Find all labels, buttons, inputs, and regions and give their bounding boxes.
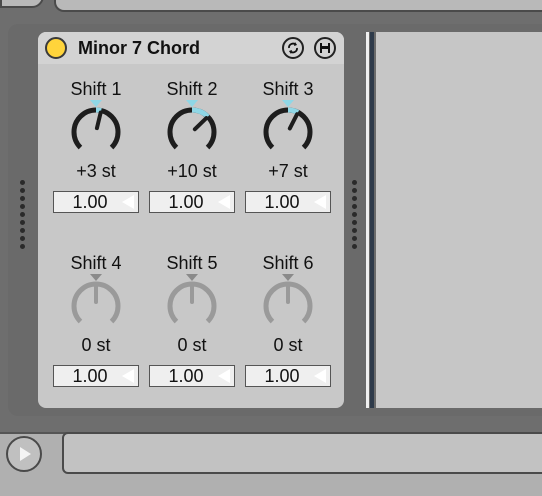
param-5: Shift 5 0 st — [144, 252, 240, 356]
param-3: Shift 3 +7 st — [240, 78, 336, 182]
shift-value: 0 st — [177, 335, 207, 355]
chain-divider — [366, 32, 369, 408]
shift-knob[interactable] — [144, 100, 240, 160]
velocity-arrow-icon — [122, 195, 134, 209]
shift-label: Shift 2 — [166, 79, 218, 99]
param-1: Shift 1 +3 st — [48, 78, 144, 182]
shift-label: Shift 6 — [262, 253, 314, 273]
shift-label: Shift 5 — [166, 253, 218, 273]
shift-label: Shift 4 — [70, 253, 122, 273]
hot-swap-icon[interactable] — [282, 37, 304, 59]
left-drag-handle[interactable] — [20, 180, 26, 249]
shift-value: +7 st — [268, 161, 308, 181]
clip-overview-bar[interactable] — [62, 432, 542, 474]
velocity-box[interactable]: 1.00 — [149, 365, 235, 387]
shift-value: 0 st — [273, 335, 303, 355]
velocity-value: 1.00 — [72, 192, 108, 212]
velocity-value: 1.00 — [72, 366, 108, 386]
top-strip — [0, 0, 542, 18]
velocity-arrow-icon — [218, 195, 230, 209]
velocity-arrow-icon — [218, 369, 230, 383]
param-4: Shift 4 0 st — [48, 252, 144, 356]
device-title-bar[interactable]: Minor 7 Chord — [38, 32, 344, 64]
shift-label: Shift 3 — [262, 79, 314, 99]
shift-knob[interactable] — [48, 100, 144, 160]
velocity-arrow-icon — [122, 369, 134, 383]
power-toggle-icon[interactable] — [45, 37, 67, 59]
shift-value: 0 st — [81, 335, 111, 355]
velocity-value: 1.00 — [168, 366, 204, 386]
chord-device: Minor 7 Chord Shift 1 +3 st 1.00 Shift 2… — [38, 32, 344, 408]
velocity-value: 1.00 — [168, 192, 204, 212]
shift-knob[interactable] — [48, 274, 144, 334]
velocity-value: 1.00 — [264, 366, 300, 386]
device-view: Minor 7 Chord Shift 1 +3 st 1.00 Shift 2… — [0, 0, 542, 496]
save-preset-icon[interactable] — [314, 37, 336, 59]
empty-device-slot[interactable] — [376, 32, 542, 408]
velocity-box[interactable]: 1.00 — [149, 191, 235, 213]
velocity-box[interactable]: 1.00 — [53, 365, 139, 387]
shift-value: +3 st — [76, 161, 116, 181]
shift-knob[interactable] — [144, 274, 240, 334]
shift-label: Shift 1 — [70, 79, 122, 99]
param-6: Shift 6 0 st — [240, 252, 336, 356]
play-icon[interactable] — [6, 436, 42, 472]
param-2: Shift 2 +10 st — [144, 78, 240, 182]
insert-marker — [370, 32, 374, 408]
top-tab[interactable] — [0, 0, 44, 8]
top-bar — [54, 0, 542, 12]
shift-knob[interactable] — [240, 100, 336, 160]
velocity-arrow-icon — [314, 195, 326, 209]
shift-knob[interactable] — [240, 274, 336, 334]
velocity-box[interactable]: 1.00 — [245, 365, 331, 387]
velocity-arrow-icon — [314, 369, 326, 383]
velocity-box[interactable]: 1.00 — [245, 191, 331, 213]
device-title: Minor 7 Chord — [78, 38, 200, 58]
velocity-value: 1.00 — [264, 192, 300, 212]
velocity-box[interactable]: 1.00 — [53, 191, 139, 213]
shift-value: +10 st — [167, 161, 217, 181]
right-drag-handle[interactable] — [352, 180, 358, 249]
